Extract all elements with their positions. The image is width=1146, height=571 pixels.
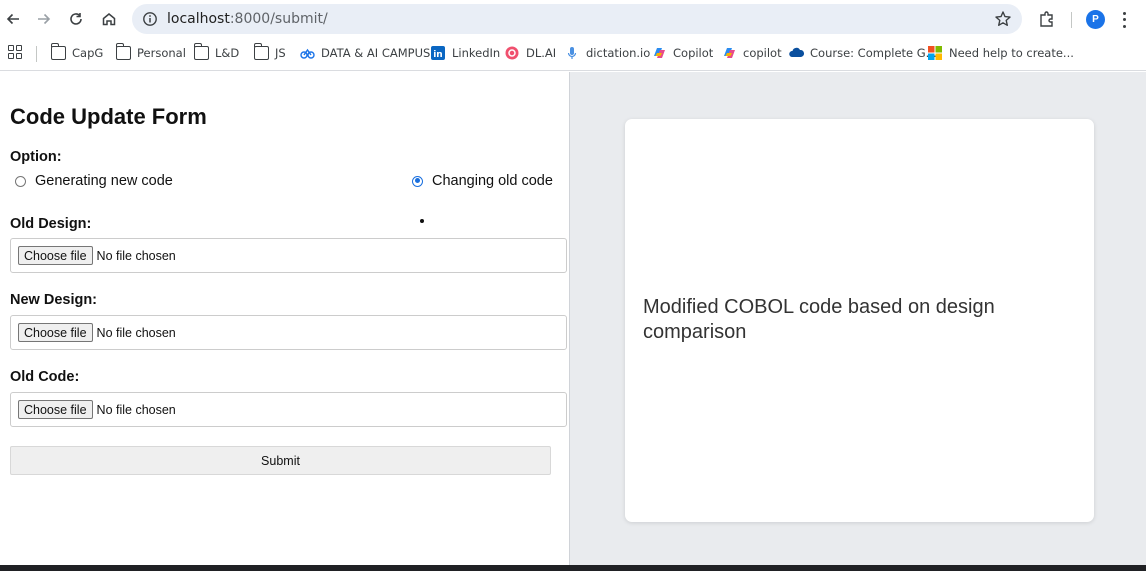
browser-toolbar: localhost:8000/submit/ P xyxy=(0,0,1146,38)
bookmark-copilot-2[interactable]: copilot xyxy=(722,45,782,61)
copilot-icon xyxy=(652,46,667,60)
microsoft-icon xyxy=(928,46,943,60)
bookmark-lnd[interactable]: L&D xyxy=(193,43,239,61)
dlai-icon xyxy=(505,46,520,60)
choose-file-button[interactable]: Choose file xyxy=(18,323,93,342)
bookmark-js[interactable]: JS xyxy=(253,43,286,61)
choose-file-button[interactable]: Choose file xyxy=(18,400,93,419)
more-menu-icon[interactable] xyxy=(1120,10,1128,30)
bookmark-course[interactable]: Course: Complete G... xyxy=(789,45,937,61)
radio-generating-new-code[interactable]: Generating new code xyxy=(15,173,173,189)
mic-icon xyxy=(565,46,580,60)
bookmark-copilot[interactable]: Copilot xyxy=(652,45,713,61)
new-design-label: New Design: xyxy=(10,292,98,308)
cursor-dot xyxy=(420,219,424,223)
url-text: localhost:8000/submit/ xyxy=(167,11,328,27)
folder-icon xyxy=(50,43,66,60)
bookmark-personal[interactable]: Personal xyxy=(115,43,186,61)
bookmark-data-ai-campus[interactable]: DATA & AI CAMPUS xyxy=(300,45,430,61)
file-status: No file chosen xyxy=(96,325,176,340)
folder-icon xyxy=(115,43,131,60)
output-text: Modified COBOL code based on design comp… xyxy=(643,296,995,343)
forward-icon[interactable] xyxy=(34,9,54,29)
option-label: Option: xyxy=(10,149,62,165)
form-panel: Code Update Form Option: Generating new … xyxy=(0,72,569,565)
bookmark-dlai[interactable]: DL.AI xyxy=(505,45,556,61)
bookmark-star-icon[interactable] xyxy=(993,9,1013,29)
back-icon[interactable] xyxy=(3,9,23,29)
bookmark-linkedin[interactable]: in LinkedIn xyxy=(431,45,500,61)
svg-text:in: in xyxy=(433,50,443,60)
apps-grid-icon[interactable] xyxy=(8,45,22,59)
choose-file-button[interactable]: Choose file xyxy=(18,246,93,265)
profile-avatar[interactable]: P xyxy=(1086,10,1105,29)
output-card: Modified COBOL code based on design comp… xyxy=(625,119,1094,522)
radio-label: Generating new code xyxy=(35,173,173,189)
old-code-file-input[interactable]: Choose file No file chosen xyxy=(10,392,567,427)
file-status: No file chosen xyxy=(96,248,176,263)
radio-button[interactable] xyxy=(412,175,423,187)
radio-label: Changing old code xyxy=(432,173,553,189)
old-design-file-input[interactable]: Choose file No file chosen xyxy=(10,238,567,273)
extensions-icon[interactable] xyxy=(1037,9,1057,29)
address-bar[interactable]: localhost:8000/submit/ xyxy=(132,4,1022,34)
copilot-icon xyxy=(722,46,737,60)
cloud-icon xyxy=(789,46,805,60)
toolbar-separator xyxy=(1071,12,1072,28)
reload-icon[interactable] xyxy=(66,9,86,29)
home-icon[interactable] xyxy=(99,9,119,29)
taskbar-edge xyxy=(0,565,1146,571)
submit-button[interactable]: Submit xyxy=(10,446,551,475)
site-info-icon[interactable] xyxy=(142,11,158,27)
new-design-file-input[interactable]: Choose file No file chosen xyxy=(10,315,567,350)
radio-button[interactable] xyxy=(15,175,26,187)
bookmarks-separator xyxy=(36,46,37,62)
radio-changing-old-code[interactable]: Changing old code xyxy=(412,173,553,189)
bookmark-capg[interactable]: CapG xyxy=(50,43,103,61)
bookmark-dictation[interactable]: dictation.io xyxy=(565,45,650,61)
output-panel: Modified COBOL code based on design comp… xyxy=(569,72,1146,565)
file-status: No file chosen xyxy=(96,402,176,417)
old-code-label: Old Code: xyxy=(10,369,80,385)
old-design-label: Old Design: xyxy=(10,216,92,232)
linkedin-icon: in xyxy=(431,46,446,60)
campus-icon xyxy=(300,46,315,60)
folder-icon xyxy=(253,43,269,60)
page-title: Code Update Form xyxy=(10,104,207,129)
folder-icon xyxy=(193,43,209,60)
bookmark-need-help[interactable]: Need help to create... xyxy=(928,45,1074,61)
